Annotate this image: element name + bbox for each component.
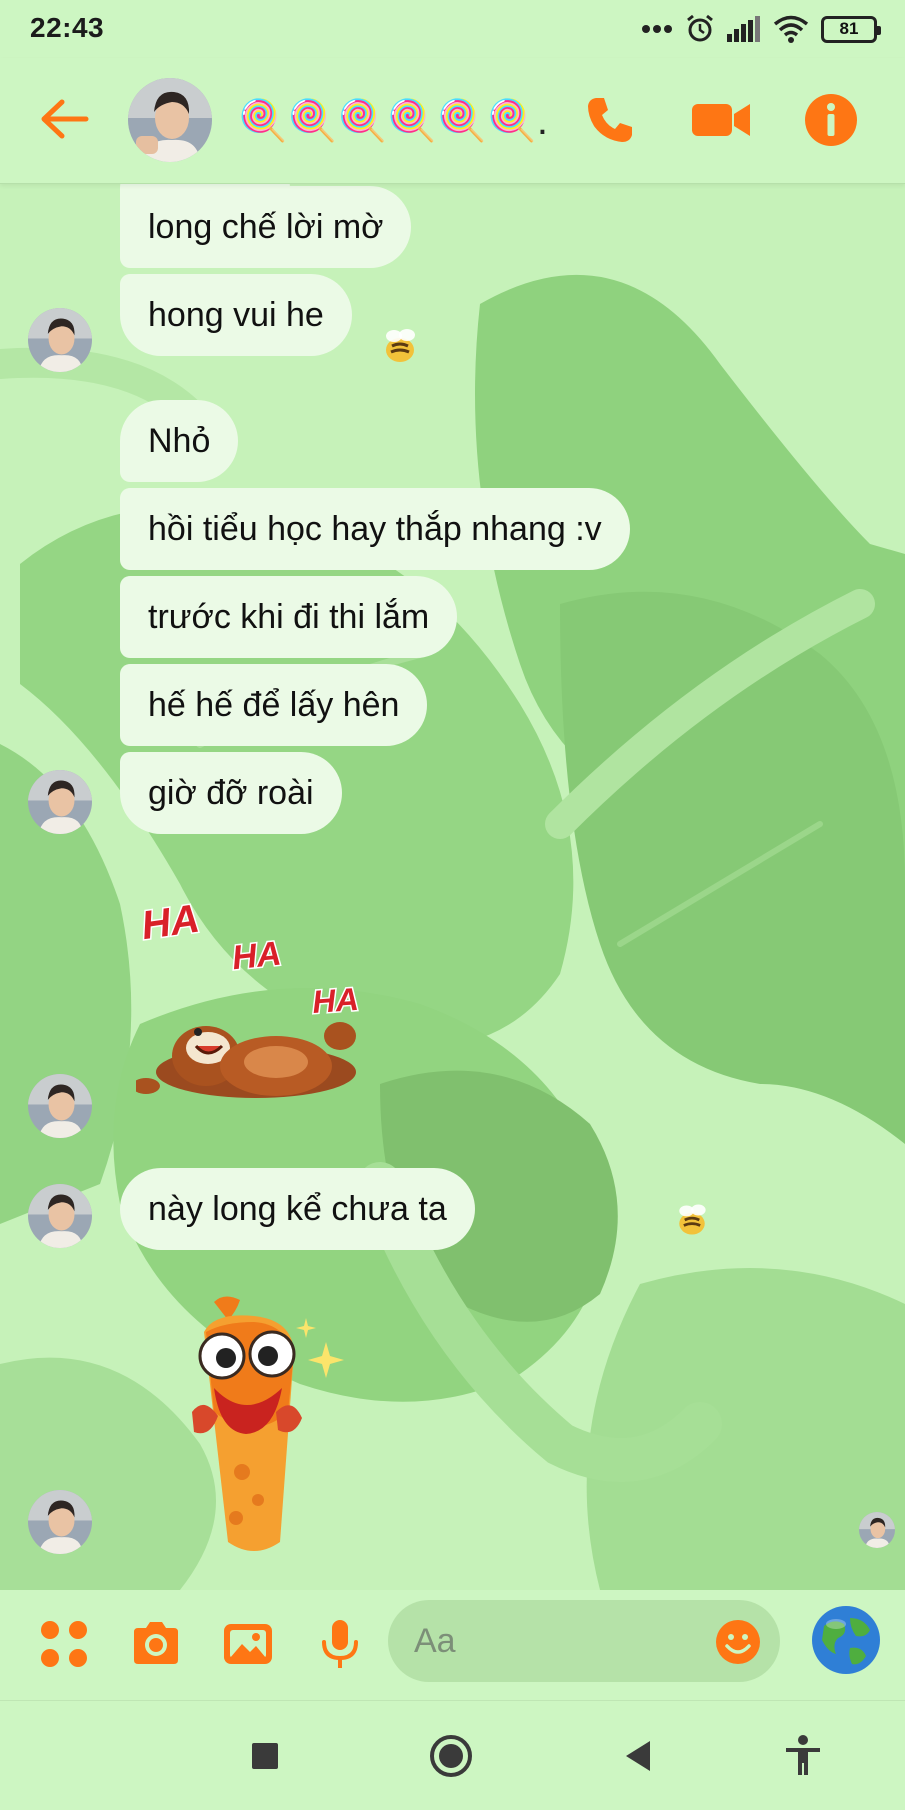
excited-fish-sticker[interactable] bbox=[184, 1292, 374, 1562]
sender-avatar[interactable] bbox=[28, 1184, 92, 1248]
message-bubble[interactable]: Nhỏ bbox=[120, 400, 239, 482]
sticker-text: HA bbox=[139, 897, 202, 949]
back-triangle-icon[interactable] bbox=[614, 1731, 664, 1781]
read-receipt-avatar bbox=[859, 1512, 895, 1548]
globe-icon[interactable] bbox=[810, 1604, 882, 1676]
status-icons: 81 bbox=[641, 12, 881, 46]
image-icon[interactable] bbox=[220, 1616, 276, 1672]
chat-theme-background bbox=[0, 184, 905, 1590]
conversation-header: 🍭🍭🍭🍭🍭🍭... bbox=[0, 58, 905, 184]
more-dots-icon bbox=[642, 25, 672, 33]
contact-avatar[interactable] bbox=[128, 78, 212, 162]
video-camera-icon[interactable] bbox=[690, 92, 752, 148]
info-icon[interactable] bbox=[803, 92, 859, 148]
message-bubble[interactable]: giờ đỡ roài bbox=[120, 752, 342, 834]
message-list[interactable]: long chế lời mờ hong vui he Nhỏ hồi tiểu… bbox=[0, 184, 905, 1590]
message-bubble[interactable]: hế hế để lấy hên bbox=[120, 664, 428, 746]
signal-icon bbox=[727, 16, 760, 42]
message-composer bbox=[0, 1590, 905, 1700]
wifi-icon bbox=[773, 15, 809, 43]
message-bubble[interactable]: hồi tiểu học hay thắp nhang :v bbox=[120, 488, 630, 570]
emoji-icon[interactable] bbox=[714, 1618, 762, 1666]
message-bubble[interactable]: này long kể chưa ta bbox=[120, 1168, 475, 1250]
sticker-text: HA bbox=[230, 934, 283, 977]
camera-icon[interactable] bbox=[128, 1616, 184, 1672]
sender-avatar[interactable] bbox=[28, 1490, 92, 1554]
status-time: 22:43 bbox=[30, 12, 105, 43]
apps-grid-icon[interactable] bbox=[36, 1616, 92, 1672]
back-arrow-icon[interactable] bbox=[38, 96, 90, 142]
home-circle-icon[interactable] bbox=[426, 1731, 476, 1781]
message-bubble[interactable]: long chế lời mờ bbox=[120, 186, 412, 268]
message-bubble[interactable]: hong vui he bbox=[120, 274, 352, 356]
alarm-icon bbox=[687, 14, 713, 42]
sender-avatar[interactable] bbox=[28, 308, 92, 372]
bee-icon bbox=[679, 1204, 706, 1235]
sender-avatar[interactable] bbox=[28, 770, 92, 834]
contact-name[interactable]: 🍭🍭🍭🍭🍭🍭... bbox=[238, 96, 548, 146]
recents-square-icon[interactable] bbox=[240, 1731, 290, 1781]
status-bar: 22:43 81 bbox=[0, 0, 905, 58]
sticker-text: HA bbox=[311, 981, 360, 1020]
message-bubble[interactable]: trước khi đi thi lắm bbox=[120, 576, 458, 658]
battery-indicator: 81 bbox=[821, 15, 881, 43]
system-navigation-bar bbox=[0, 1700, 905, 1810]
accessibility-icon[interactable] bbox=[778, 1731, 828, 1781]
microphone-icon[interactable] bbox=[312, 1616, 368, 1672]
phone-icon[interactable] bbox=[582, 92, 638, 148]
bee-reaction-icon bbox=[386, 329, 415, 362]
sender-avatar[interactable] bbox=[28, 1074, 92, 1138]
laughing-bear-sticker[interactable]: HA HA HA bbox=[136, 896, 376, 1106]
